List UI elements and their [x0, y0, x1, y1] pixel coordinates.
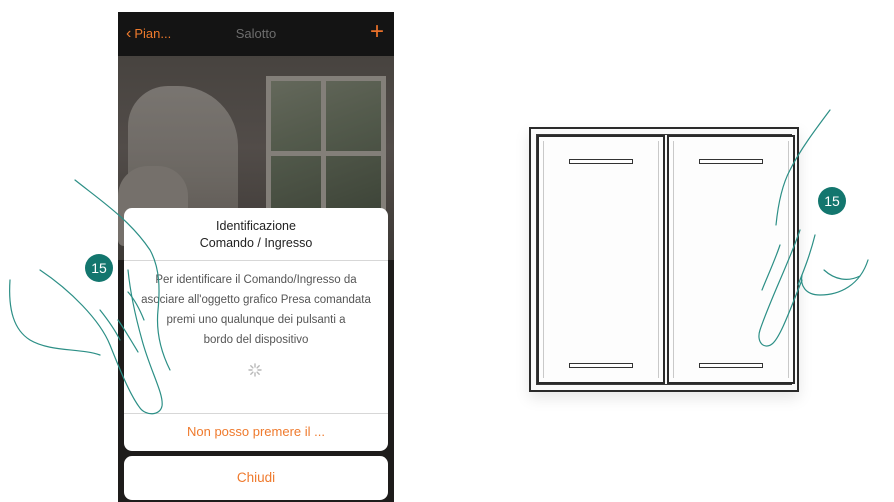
- led-slot: [569, 159, 633, 164]
- led-slot: [569, 363, 633, 368]
- hand-icon: [758, 109, 869, 347]
- page-title: Salotto: [235, 26, 277, 41]
- navigation-bar: ‹ Pian... Salotto +: [118, 12, 394, 56]
- close-button[interactable]: Chiudi: [124, 456, 388, 500]
- left-rocker-button[interactable]: [537, 135, 665, 384]
- plus-icon[interactable]: +: [370, 18, 384, 46]
- hand-icon: [9, 179, 171, 415]
- step-badge: 15: [85, 254, 113, 282]
- step-badge: 15: [818, 187, 846, 215]
- spinner-icon: [248, 363, 262, 377]
